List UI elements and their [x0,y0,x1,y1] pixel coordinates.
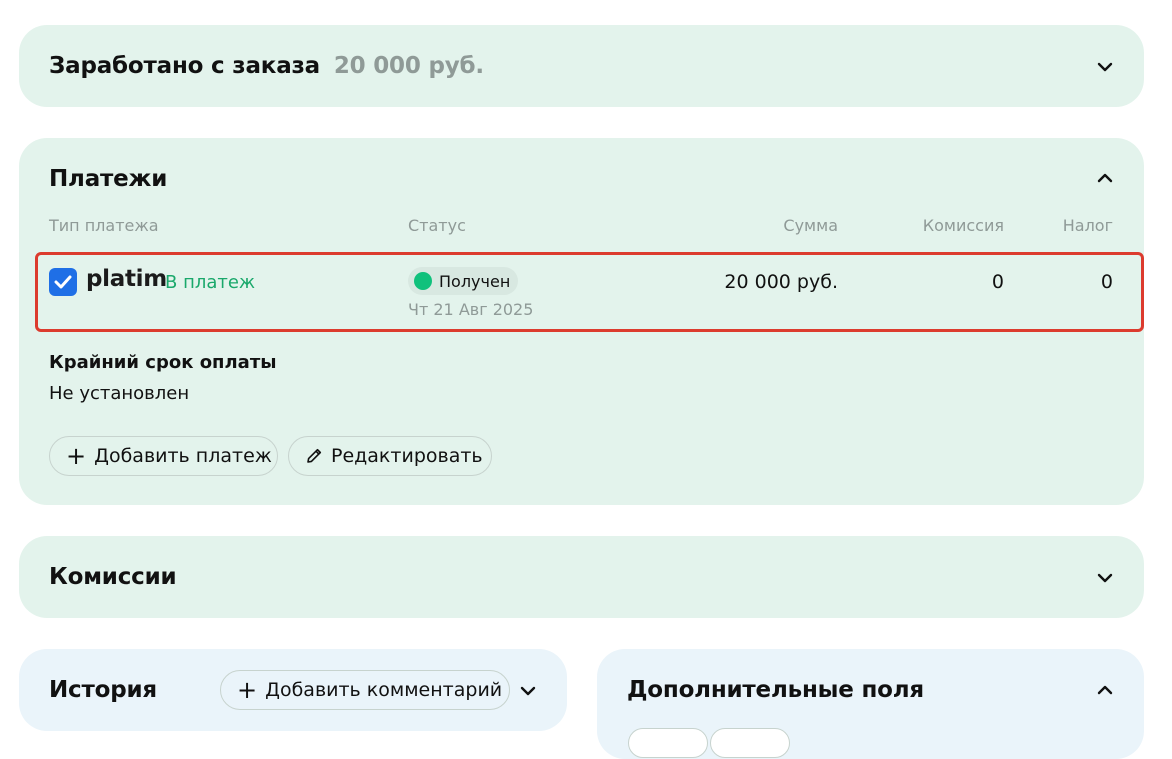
plus-icon: + [237,676,258,704]
chevron-up-icon[interactable] [1097,682,1113,698]
payments-title: Платежи [49,166,168,192]
chevron-down-icon[interactable] [1097,59,1113,75]
earned-card[interactable]: Заработано с заказа 20 000 руб. [19,25,1144,107]
earned-amount: 20 000 руб. [333,53,484,79]
add-comment-button[interactable]: + Добавить комментарий [220,670,510,710]
history-card: История + Добавить комментарий [19,649,567,731]
column-header-commission: Комиссия [922,216,1004,235]
edit-label: Редактировать [331,445,483,467]
column-header-type: Тип платежа [49,216,159,235]
earned-title: Заработано с заказа 20 000 руб. [49,53,484,79]
deadline-value: Не установлен [49,383,190,404]
status-text: Получен [439,271,511,291]
column-header-sum: Сумма [783,216,838,235]
commissions-card[interactable]: Комиссии [19,536,1144,618]
chevron-down-icon[interactable] [1097,570,1113,586]
payment-tax: 0 [1100,271,1113,293]
payment-date: Чт 21 Авг 2025 [408,300,534,319]
payment-sum: 20 000 руб. [724,271,838,293]
column-header-tax: Налог [1062,216,1113,235]
payment-commission: 0 [991,271,1004,293]
column-header-status: Статус [408,216,466,235]
edit-button[interactable]: Редактировать [288,436,492,476]
pencil-icon [305,447,323,465]
add-comment-label: Добавить комментарий [265,679,503,701]
status-dot-icon [414,272,432,290]
chevron-up-icon[interactable] [1097,170,1113,186]
history-title: История [49,677,157,703]
extra-fields-card: Дополнительные поля [597,649,1144,759]
earned-title-text: Заработано с заказа [49,53,320,79]
extra-fields-title: Дополнительные поля [627,677,924,703]
status-badge: Получен [408,267,519,295]
commissions-title: Комиссии [49,564,177,590]
plus-icon: + [66,442,87,470]
checkbox-check-icon [49,268,77,296]
add-payment-label: Добавить платеж [94,445,272,467]
deadline-label: Крайний срок оплаты [49,352,277,373]
field-chip[interactable] [628,728,708,758]
to-payment-link[interactable]: В платеж [165,272,255,293]
chevron-down-icon[interactable] [520,683,536,699]
add-payment-button[interactable]: + Добавить платеж [49,436,278,476]
field-chip[interactable] [710,728,790,758]
brand-name: platim [86,266,167,292]
